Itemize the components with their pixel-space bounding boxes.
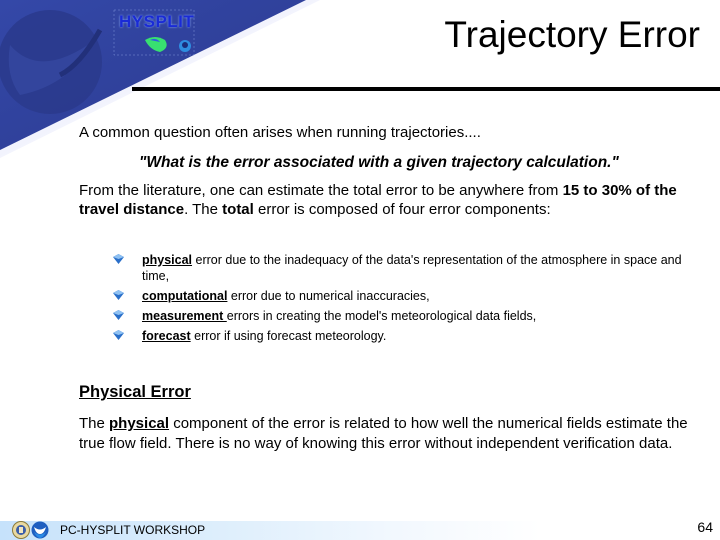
noaa-bird-emblem bbox=[0, 10, 103, 114]
para-bold-total: total bbox=[222, 201, 254, 218]
footer-workshop-label: PC-HYSPLIT WORKSHOP bbox=[60, 523, 206, 537]
bullet-icon bbox=[113, 310, 124, 320]
hysplit-logo-text: HYSPLIT bbox=[119, 12, 195, 31]
body-text: The bbox=[79, 415, 110, 432]
bullet-text: error due to the inadequacy of the data'… bbox=[142, 253, 682, 283]
page-number: 64 bbox=[697, 519, 713, 535]
para-text: error is composed of four error componen… bbox=[253, 201, 551, 218]
para-text: . The bbox=[184, 201, 223, 218]
body-keyword: physical bbox=[109, 415, 170, 432]
list-item: measurement errors in creating the model… bbox=[113, 308, 693, 324]
list-item: physical error due to the inadequacy of … bbox=[113, 252, 693, 284]
bullet-keyword: forecast bbox=[142, 329, 191, 343]
slide-title: Trajectory Error bbox=[444, 14, 700, 55]
intro-text: A common question often arises when runn… bbox=[79, 124, 481, 141]
error-summary-paragraph: From the literature, one can estimate th… bbox=[79, 181, 709, 219]
bullet-keyword: measurement bbox=[142, 309, 227, 323]
bullet-text: errors in creating the model's meteorolo… bbox=[226, 309, 537, 323]
bullet-icon bbox=[113, 290, 124, 300]
body-text: component of the error is related to how… bbox=[79, 415, 688, 452]
noaa-logo-icon bbox=[31, 521, 49, 539]
bullet-keyword: physical bbox=[142, 253, 193, 267]
physical-error-paragraph: The physical component of the error is r… bbox=[79, 414, 709, 453]
section-heading: Physical Error bbox=[79, 383, 191, 401]
bullet-icon bbox=[113, 254, 124, 264]
bullet-text: error due to numerical inaccuracies, bbox=[227, 289, 430, 303]
list-item: forecast error if using forecast meteoro… bbox=[113, 328, 693, 344]
error-components-list: physical error due to the inadequacy of … bbox=[113, 252, 693, 348]
para-text: From the literature, one can estimate th… bbox=[79, 182, 563, 199]
doc-seal-icon bbox=[12, 521, 30, 539]
quote-text: "What is the error associated with a giv… bbox=[139, 154, 619, 171]
list-item: computational error due to numerical ina… bbox=[113, 288, 693, 304]
bullet-icon bbox=[113, 330, 124, 340]
bullet-keyword: computational bbox=[142, 289, 228, 303]
bullet-text: error if using forecast meteorology. bbox=[190, 329, 387, 343]
title-divider bbox=[132, 87, 720, 91]
